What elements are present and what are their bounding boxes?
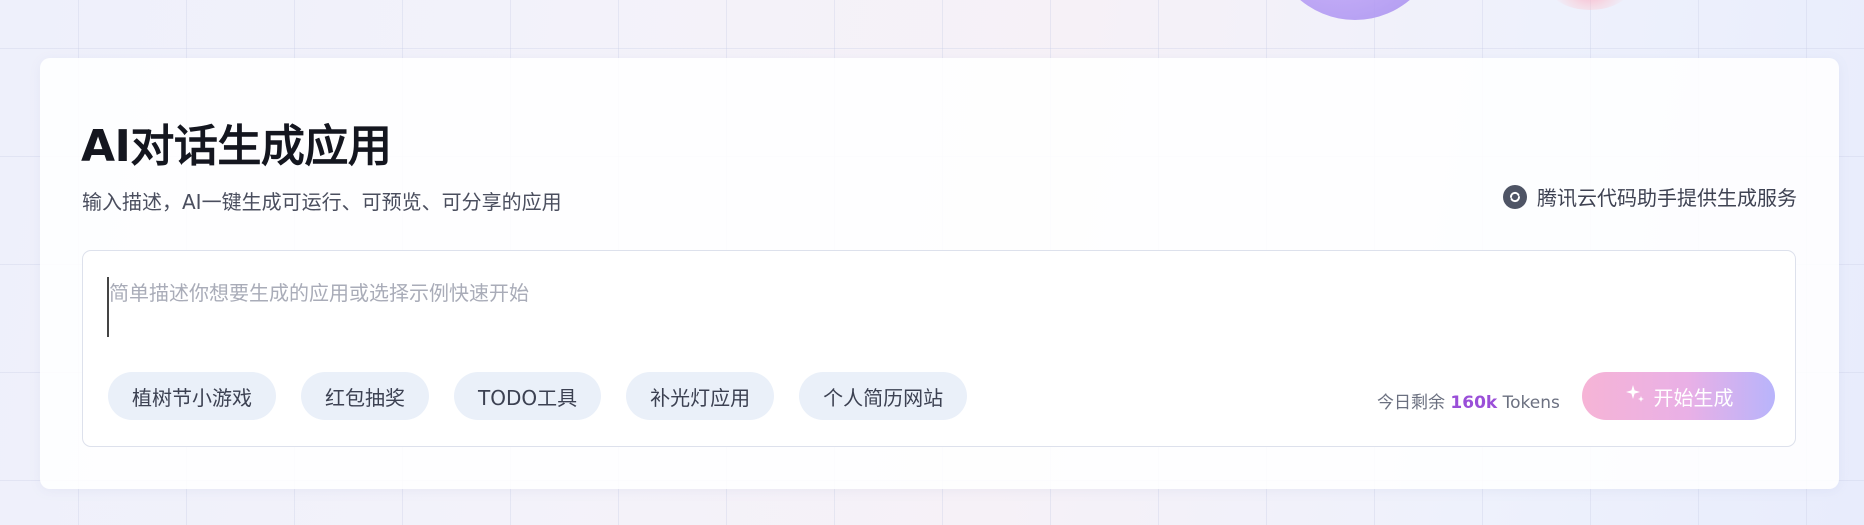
page-title: AI对话生成应用 <box>81 121 392 172</box>
token-unit: Tokens <box>1502 393 1560 413</box>
prompt-input[interactable] <box>107 277 1769 337</box>
example-chips: 植树节小游戏 红包抽奖 TODO工具 补光灯应用 个人简历网站 <box>108 372 968 420</box>
prompt-box: 植树节小游戏 红包抽奖 TODO工具 补光灯应用 个人简历网站 今日剩余 160… <box>82 250 1796 447</box>
tencent-code-assistant-icon <box>1503 184 1527 209</box>
provider-info: 腾讯云代码助手提供生成服务 <box>1503 182 1797 211</box>
example-chip-fill-light-app[interactable]: 补光灯应用 <box>626 372 775 420</box>
example-chip-todo-tool[interactable]: TODO工具 <box>454 372 602 420</box>
example-chip-tree-planting-game[interactable]: 植树节小游戏 <box>108 372 276 420</box>
token-amount: 160k <box>1450 393 1498 413</box>
example-chip-red-packet-lottery[interactable]: 红包抽奖 <box>301 372 429 420</box>
provider-label: 腾讯云代码助手提供生成服务 <box>1537 186 1797 210</box>
page-subtitle: 输入描述，AI一键生成可运行、可预览、可分享的应用 <box>82 190 562 214</box>
example-chip-resume-website[interactable]: 个人简历网站 <box>799 372 968 420</box>
start-generate-button[interactable]: 开始生成 <box>1582 372 1775 420</box>
start-generate-label: 开始生成 <box>1653 385 1734 410</box>
sparkle-icon <box>1624 383 1646 410</box>
generator-panel: AI对话生成应用 输入描述，AI一键生成可运行、可预览、可分享的应用 腾讯云代码… <box>40 58 1839 489</box>
token-counter: 今日剩余 160k Tokens <box>1377 388 1560 413</box>
token-prefix: 今日剩余 <box>1377 393 1445 413</box>
